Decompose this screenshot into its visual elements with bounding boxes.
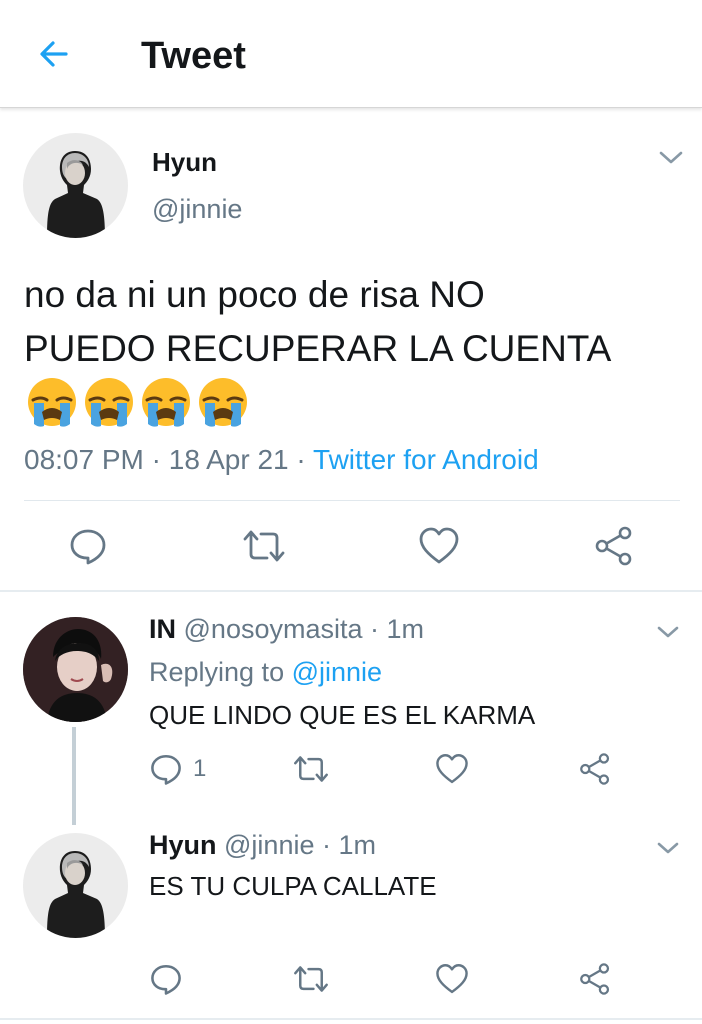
tweet-date: 18 Apr 21	[168, 444, 289, 475]
reply-time: 1m	[386, 614, 425, 644]
meta-separator: ·	[288, 444, 314, 475]
retweet-icon	[294, 966, 328, 992]
retweet-icon	[294, 756, 328, 782]
like-button[interactable]	[418, 526, 460, 566]
reply-author-name[interactable]: Hyun	[149, 830, 217, 860]
reply-author-handle[interactable]: @nosoymasita	[184, 614, 363, 644]
mention-link[interactable]: @jinnie	[292, 657, 382, 687]
reply-button[interactable]	[149, 962, 193, 996]
avatar[interactable]	[23, 617, 128, 722]
loudly-crying-face-icon	[85, 378, 133, 427]
avatar[interactable]	[23, 833, 128, 938]
loudly-crying-face-icon	[199, 378, 247, 427]
reply-button[interactable]	[68, 526, 108, 566]
reply-button[interactable]: 1	[149, 752, 206, 786]
retweet-button[interactable]	[292, 962, 330, 996]
thread-line	[72, 727, 76, 825]
meta-separator: ·	[143, 444, 169, 475]
like-button[interactable]	[435, 962, 469, 996]
chevron-down-icon	[657, 842, 679, 854]
share-icon	[580, 753, 610, 785]
reply-header: IN @nosoymasita · 1m	[149, 614, 424, 645]
replying-prefix: Replying to	[149, 657, 292, 687]
emoji-row	[25, 376, 250, 428]
author-handle[interactable]: @jinnie	[152, 194, 242, 225]
share-icon	[595, 526, 632, 566]
tweet-menu-button[interactable]	[658, 150, 684, 171]
reply-count: 1	[193, 755, 207, 782]
share-button[interactable]	[578, 962, 612, 996]
reply-icon	[70, 529, 106, 565]
retweet-button[interactable]	[292, 752, 330, 786]
reply-icon	[151, 754, 181, 785]
retweet-button[interactable]	[241, 526, 287, 566]
share-icon	[580, 963, 610, 995]
meta-separator: ·	[321, 830, 331, 860]
avatar[interactable]	[23, 133, 128, 238]
tweet-text: no da ni un poco de risa NO PUEDO RECUPE…	[24, 274, 612, 369]
retweet-icon	[243, 530, 285, 562]
divider	[24, 500, 680, 501]
meta-separator: ·	[370, 614, 380, 644]
tweet-meta: 08:07 PM · 18 Apr 21 · Twitter for Andro…	[24, 444, 539, 476]
like-icon	[419, 527, 459, 564]
section-divider	[0, 590, 702, 592]
chevron-down-icon	[657, 626, 679, 638]
arrow-left-icon	[40, 41, 68, 67]
loudly-crying-face-icon	[28, 378, 76, 427]
reply-time: 1m	[338, 830, 377, 860]
reply-author-name[interactable]: IN	[149, 614, 176, 644]
share-button[interactable]	[578, 752, 612, 786]
reply-header: Hyun @jinnie · 1m	[149, 830, 376, 861]
author-name[interactable]: Hyun	[152, 147, 217, 178]
tweet-source-link[interactable]: Twitter for Android	[313, 444, 539, 475]
reply-menu-button[interactable]	[656, 625, 680, 645]
reply-menu-button[interactable]	[656, 841, 680, 861]
back-button[interactable]	[30, 34, 78, 74]
divider	[0, 1018, 702, 1020]
share-button[interactable]	[593, 526, 635, 566]
reply-icon	[151, 964, 181, 995]
like-icon	[436, 754, 468, 784]
reply-author-handle[interactable]: @jinnie	[224, 830, 314, 860]
reply-text: QUE LINDO QUE ES EL KARMA	[149, 700, 536, 730]
like-button[interactable]	[435, 752, 469, 786]
like-icon	[436, 964, 468, 994]
replying-to: Replying to @jinnie	[149, 657, 382, 688]
page-title: Tweet	[141, 35, 246, 77]
top-bar: Tweet	[0, 0, 702, 108]
loudly-crying-face-icon	[142, 378, 190, 427]
tweet-time: 08:07 PM	[24, 444, 144, 475]
reply-text: ES TU CULPA CALLATE	[149, 871, 437, 901]
chevron-down-icon	[659, 151, 683, 164]
